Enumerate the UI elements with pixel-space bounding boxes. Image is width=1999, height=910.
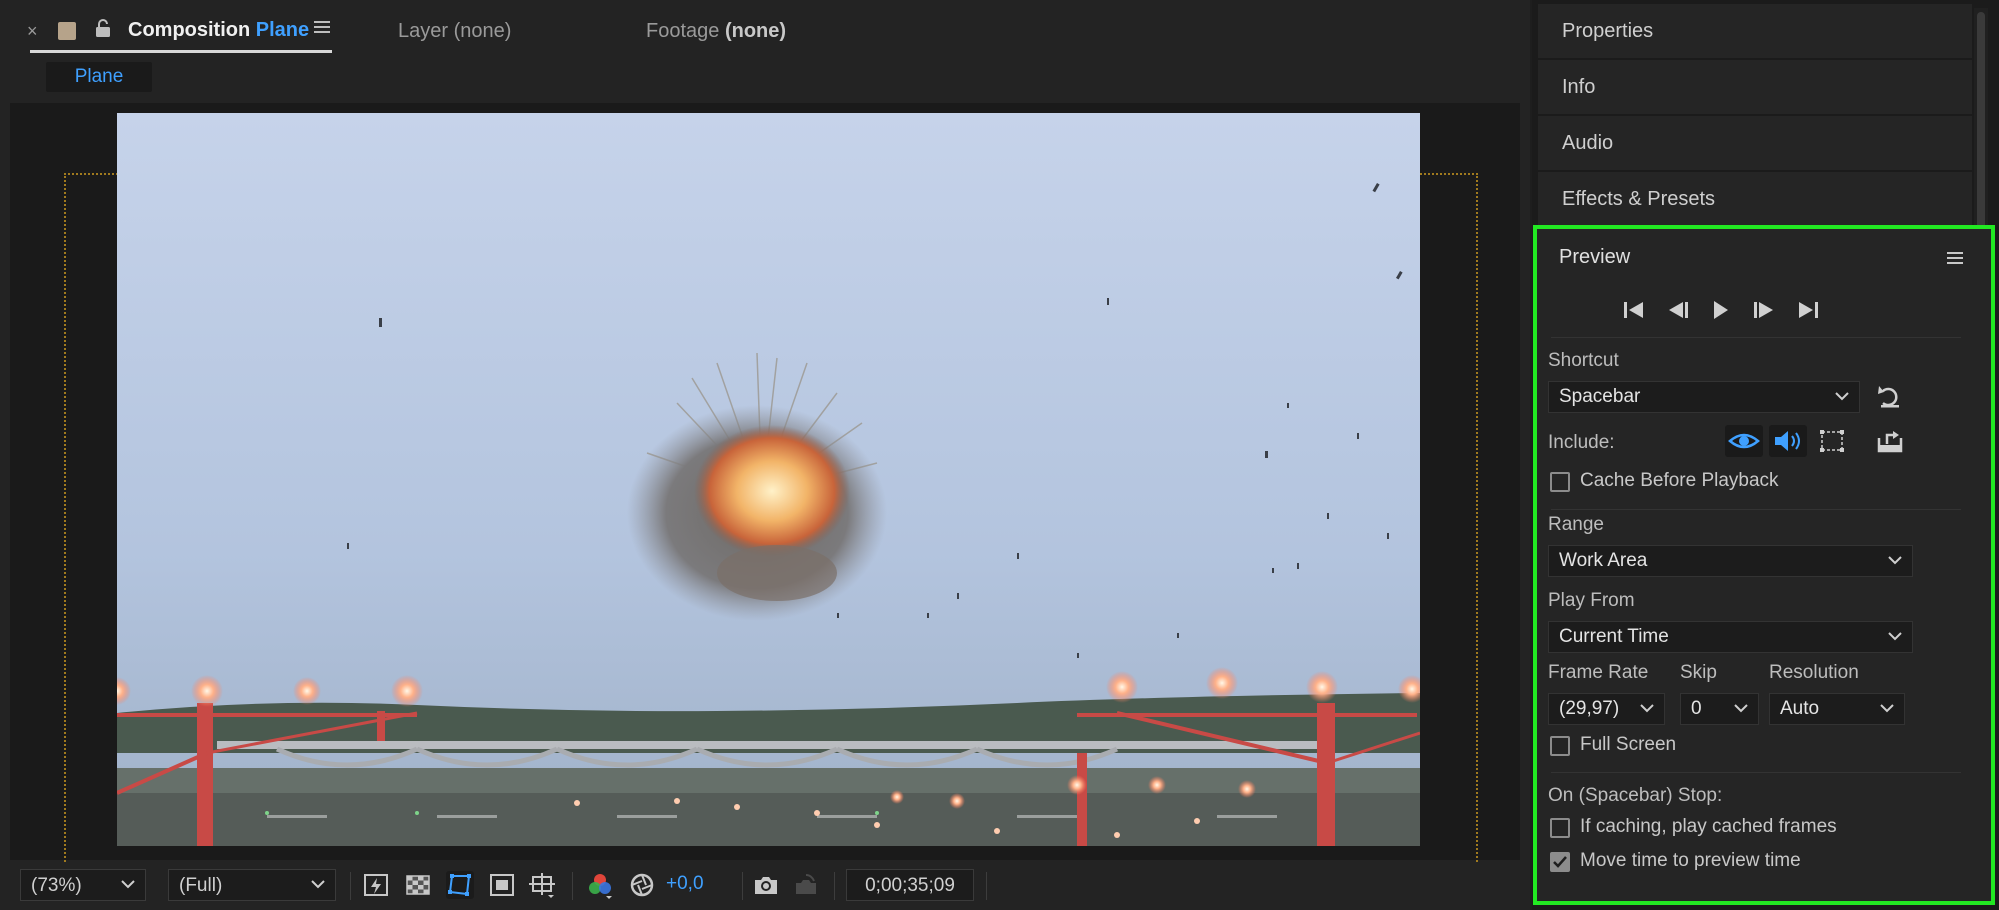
composition-panel: × Composition Plane Layer (none) Footage… [0,0,1530,910]
explosion-scene-image [117,113,1420,846]
composition-tab[interactable]: Composition Plane [128,19,309,42]
preview-resolution-value: Auto [1780,698,1820,719]
include-audio-speaker-icon[interactable] [1769,425,1807,457]
on-stop-label: On (Spacebar) Stop: [1548,785,1723,806]
full-screen-checkbox[interactable] [1550,736,1570,756]
toolbar-divider [350,872,351,900]
move-time-checkbox[interactable] [1550,852,1570,872]
previous-frame-icon[interactable] [1663,297,1693,323]
cache-before-playback-checkbox[interactable] [1550,472,1570,492]
toolbar-divider [742,872,743,900]
channel-rgb-icon[interactable] [586,871,614,899]
first-frame-icon[interactable] [1619,297,1649,323]
divider [1551,772,1961,773]
frame-rate-value: (29,97) [1559,698,1620,719]
properties-panel-tab[interactable]: Properties [1538,4,1972,60]
preview-panel: Preview Shortcut Spacebar Include: Cache… [1533,225,1995,905]
next-frame-icon[interactable] [1749,297,1779,323]
play-from-value: Current Time [1559,626,1669,647]
viewer-toolbar: (73%) (Full) +0,0 0;00;35;09 [0,862,1530,910]
fast-previews-icon[interactable] [362,871,390,899]
grid-guides-icon[interactable] [528,871,556,899]
preview-panel-title: Preview [1559,246,1631,268]
composition-tab-prefix: Composition [128,19,251,41]
magnification-dropdown[interactable]: (73%) [20,869,146,901]
info-panel-tab[interactable]: Info [1538,60,1972,116]
region-of-interest-icon[interactable] [488,871,516,899]
checkmark-icon [1553,856,1567,868]
resolution-dropdown[interactable]: (Full) [168,869,336,901]
mask-visibility-icon[interactable] [446,871,474,899]
toolbar-divider [986,872,987,900]
resolution-value: (Full) [179,875,223,896]
label-color-swatch[interactable] [58,22,76,40]
composition-breadcrumb[interactable]: Plane [46,62,152,92]
properties-panel-label: Properties [1562,20,1654,42]
chevron-down-icon [1888,632,1902,641]
effects-presets-panel-label: Effects & Presets [1562,188,1716,210]
if-caching-checkbox[interactable] [1550,818,1570,838]
chevron-down-icon [1734,704,1748,713]
include-video-eye-icon[interactable] [1725,425,1763,457]
play-icon[interactable] [1705,297,1735,323]
chevron-down-icon [1888,556,1902,565]
info-panel-label: Info [1562,76,1596,98]
include-label: Include: [1548,432,1615,453]
chevron-down-icon [1880,704,1894,713]
audio-panel-tab[interactable]: Audio [1538,116,1972,172]
reset-exposure-icon[interactable] [628,871,656,899]
active-tab-indicator [30,50,332,53]
magnification-value: (73%) [31,875,82,896]
lock-icon[interactable] [94,18,112,38]
resolution-dropdown[interactable]: Auto [1769,693,1905,725]
current-time-display[interactable]: 0;00;35;09 [846,869,974,901]
footage-tab-value: (none) [724,20,787,42]
shortcut-dropdown[interactable]: Spacebar [1548,381,1860,413]
layer-tab[interactable]: Layer (none) [398,20,511,43]
frame-rate-label: Frame Rate [1548,662,1649,683]
chevron-down-icon [1640,704,1654,713]
skip-dropdown[interactable]: 0 [1680,693,1759,725]
toolbar-divider [572,872,573,900]
include-overlays-icon[interactable] [1813,425,1851,457]
chevron-down-icon [121,880,135,889]
toolbar-divider [834,872,835,900]
divider [1551,337,1961,338]
chevron-down-icon [311,880,325,889]
full-screen-label: Full Screen [1580,734,1677,755]
footage-frame[interactable] [117,113,1420,846]
skip-value: 0 [1691,698,1702,719]
show-snapshot-icon[interactable] [792,871,820,899]
move-time-label: Move time to preview time [1580,850,1801,871]
shortcut-value: Spacebar [1559,386,1641,407]
footage-tab[interactable]: Footage (none) [646,20,786,43]
close-tab-button[interactable]: × [27,21,38,42]
panel-menu-icon[interactable] [1947,251,1963,265]
chevron-down-icon [1835,392,1849,401]
if-caching-label: If caching, play cached frames [1580,816,1837,837]
export-external-icon[interactable] [1871,425,1909,457]
frame-rate-dropdown[interactable]: (29,97) [1548,693,1665,725]
exposure-value[interactable]: +0,0 [666,873,704,895]
audio-panel-label: Audio [1562,132,1614,154]
footage-tab-prefix: Footage [646,20,720,42]
resolution-label: Resolution [1769,662,1859,683]
range-value: Work Area [1559,550,1648,571]
range-dropdown[interactable]: Work Area [1548,545,1913,577]
skip-label: Skip [1680,662,1717,683]
cache-before-playback-label: Cache Before Playback [1580,470,1779,491]
play-from-dropdown[interactable]: Current Time [1548,621,1913,653]
shortcut-label: Shortcut [1548,350,1619,371]
play-from-label: Play From [1548,590,1635,611]
divider [1551,509,1961,510]
reset-shortcut-icon[interactable] [1871,381,1909,413]
effects-presets-panel-tab[interactable]: Effects & Presets [1538,172,1972,228]
panel-menu-icon[interactable] [314,20,330,34]
range-label: Range [1548,514,1604,535]
last-frame-icon[interactable] [1793,297,1823,323]
composition-tab-bar: × Composition Plane Layer (none) Footage… [0,0,1530,60]
composition-tab-name: Plane [255,19,310,41]
camera-snapshot-icon[interactable] [752,871,780,899]
transparency-grid-icon[interactable] [404,871,432,899]
